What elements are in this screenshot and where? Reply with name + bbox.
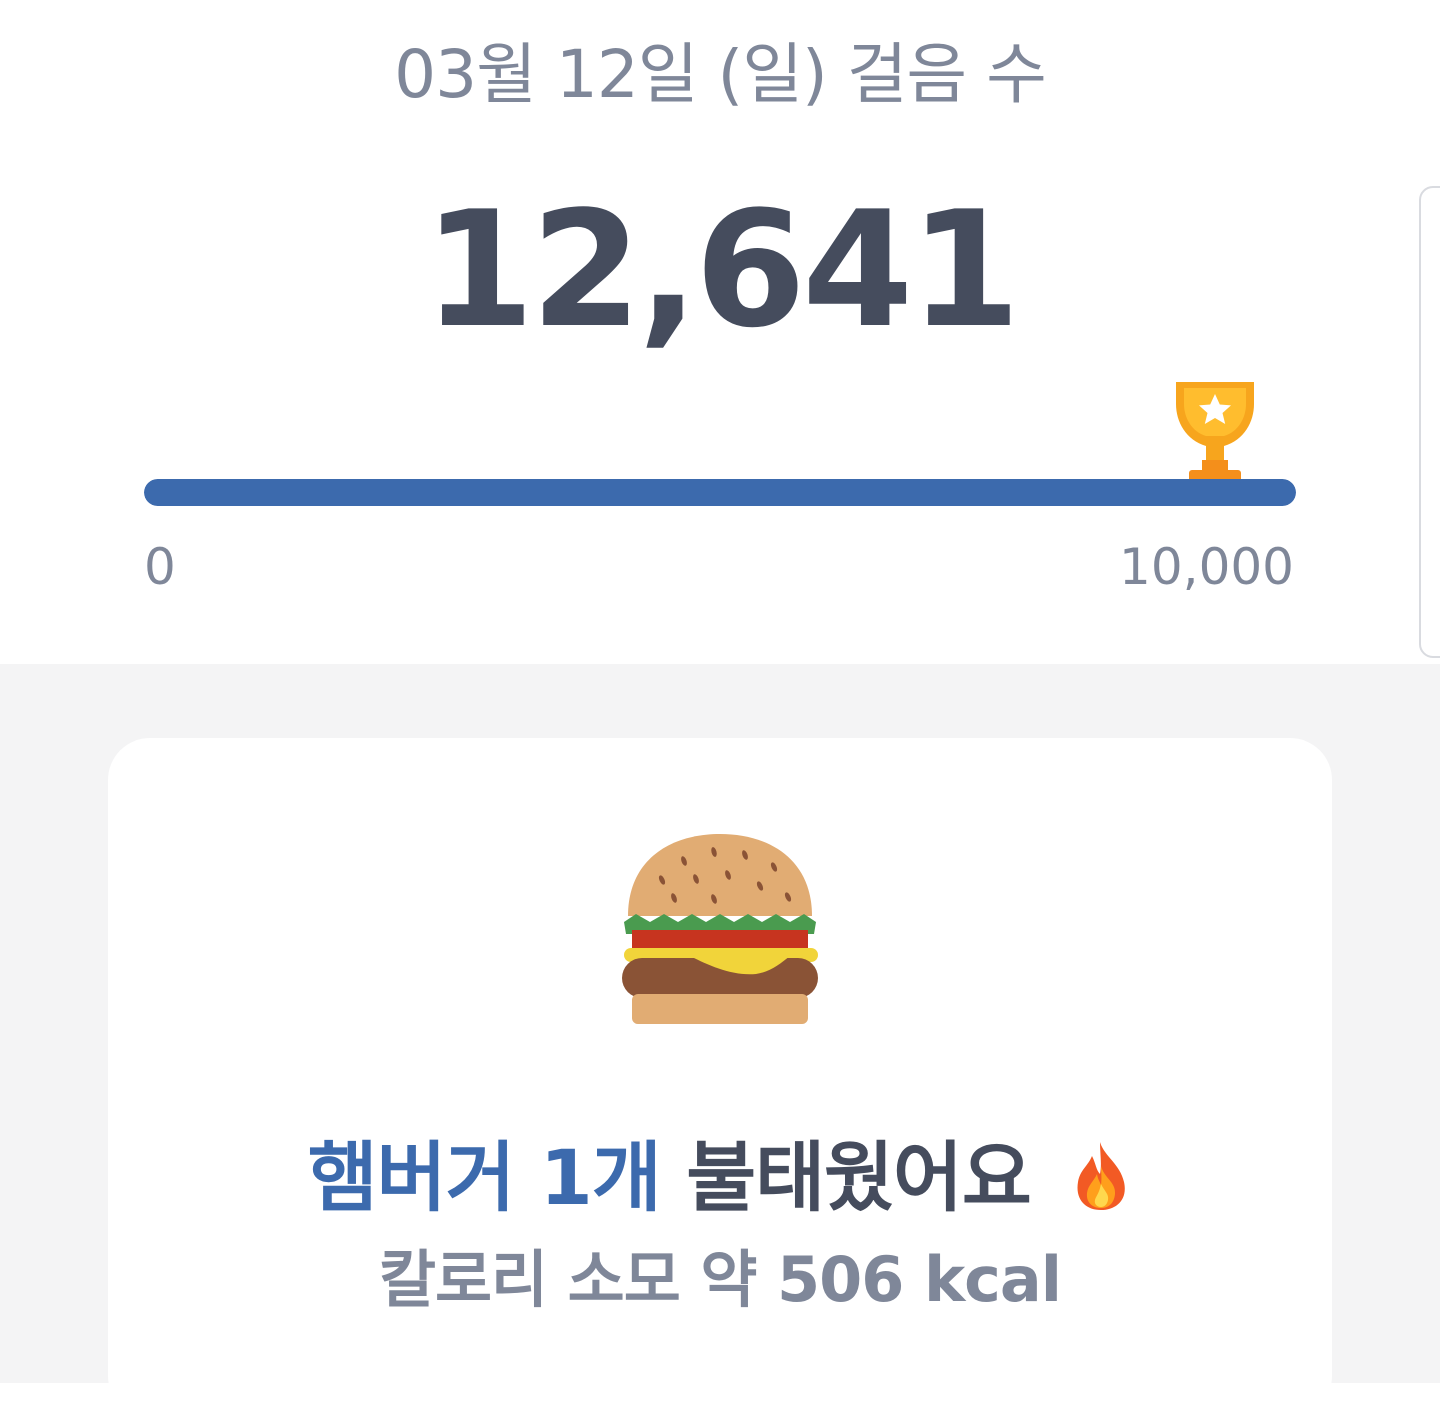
calorie-summary: 칼로리 소모 약 506 kcal [378, 1243, 1062, 1316]
burned-food-label: 햄버거 1개 [307, 1133, 662, 1222]
step-count: 12,641 [423, 176, 1020, 363]
side-panel-handle[interactable] [1419, 186, 1440, 658]
progress-min-label: 0 [144, 538, 176, 596]
hamburger-icon [622, 834, 818, 1024]
fire-icon [1077, 1142, 1126, 1210]
step-summary-section: 03월 12일 (일) 걸음 수 12,641 0 10,000 [0, 0, 1440, 664]
date-title: 03월 12일 (일) 걸음 수 [394, 36, 1047, 113]
calorie-burn-message: 햄버거 1개 불태웠어요 [0, 1130, 1440, 1226]
burned-text: 불태웠어요 [686, 1133, 1032, 1222]
step-progress-bar [144, 479, 1296, 506]
trophy-icon [1176, 382, 1254, 482]
progress-goal-label: 10,000 [1119, 538, 1294, 596]
step-progress-fill [144, 479, 1296, 506]
